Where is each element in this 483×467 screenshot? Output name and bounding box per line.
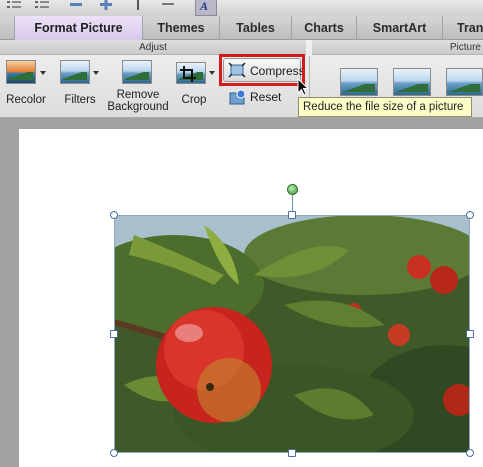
recolor-button[interactable]: Recolor xyxy=(2,94,50,106)
filters-button[interactable]: Filters xyxy=(56,94,104,106)
remove-background-label-line2: Background xyxy=(107,101,169,113)
rotate-handle[interactable] xyxy=(287,184,298,195)
crop-button[interactable]: Crop xyxy=(174,94,214,106)
tab-charts[interactable]: Charts xyxy=(292,16,357,40)
tab-tables[interactable]: Tables xyxy=(220,16,292,40)
picture-style-3[interactable] xyxy=(446,68,483,96)
crop-marks-icon xyxy=(180,66,196,82)
list-indent-icon[interactable] xyxy=(6,0,22,11)
picture-style-1[interactable] xyxy=(340,68,378,96)
recolor-dropdown-icon[interactable] xyxy=(40,71,46,75)
tab-transitions[interactable]: Tran xyxy=(443,16,483,40)
group-label-adjust: Adjust xyxy=(0,40,306,55)
resize-handle-top[interactable] xyxy=(288,211,296,219)
tab-smartart[interactable]: SmartArt xyxy=(357,16,443,40)
resize-handle-top-right[interactable] xyxy=(466,211,474,219)
remove-background-label-line1: Remove xyxy=(116,89,160,101)
reset-picture-icon xyxy=(229,89,246,105)
tab-format-picture[interactable]: Format Picture xyxy=(15,16,143,40)
ribbon-tabs: Format Picture Themes Tables Charts Smar… xyxy=(0,16,483,40)
arrow-up-icon[interactable] xyxy=(130,0,146,11)
filters-dropdown-icon[interactable] xyxy=(93,71,99,75)
compress-highlight-box xyxy=(219,54,305,86)
remove-background-icon[interactable] xyxy=(122,60,152,84)
picture-selection-frame xyxy=(114,215,470,453)
tab-themes[interactable]: Themes xyxy=(143,16,220,40)
picture-style-2[interactable] xyxy=(393,68,431,96)
minus-icon-2[interactable] xyxy=(160,0,176,11)
text-effects-button[interactable]: A xyxy=(195,0,217,16)
resize-handle-bottom[interactable] xyxy=(288,449,296,457)
minus-icon[interactable] xyxy=(68,0,84,11)
list-outdent-icon[interactable] xyxy=(34,0,50,11)
plus-icon[interactable] xyxy=(98,0,114,11)
crop-dropdown-icon[interactable] xyxy=(209,71,215,75)
group-label-picture-styles: Picture xyxy=(312,40,483,55)
remove-background-button[interactable]: Remove Background xyxy=(104,89,172,113)
reset-button[interactable]: Reset xyxy=(225,88,285,106)
recolor-icon[interactable] xyxy=(6,60,36,84)
resize-handle-bottom-right[interactable] xyxy=(466,449,474,457)
compress-tooltip: Reduce the file size of a picture xyxy=(298,97,472,117)
resize-handle-left[interactable] xyxy=(110,330,118,338)
text-effects-glyph: A xyxy=(200,0,209,13)
reset-label: Reset xyxy=(250,90,282,104)
filters-icon[interactable] xyxy=(60,60,90,84)
top-toolbar: A xyxy=(0,0,483,16)
resize-handle-bottom-left[interactable] xyxy=(110,449,118,457)
resize-handle-top-left[interactable] xyxy=(110,211,118,219)
mouse-pointer-icon xyxy=(297,78,309,96)
tab-previous-edge[interactable] xyxy=(0,16,15,40)
resize-handle-right[interactable] xyxy=(466,330,474,338)
